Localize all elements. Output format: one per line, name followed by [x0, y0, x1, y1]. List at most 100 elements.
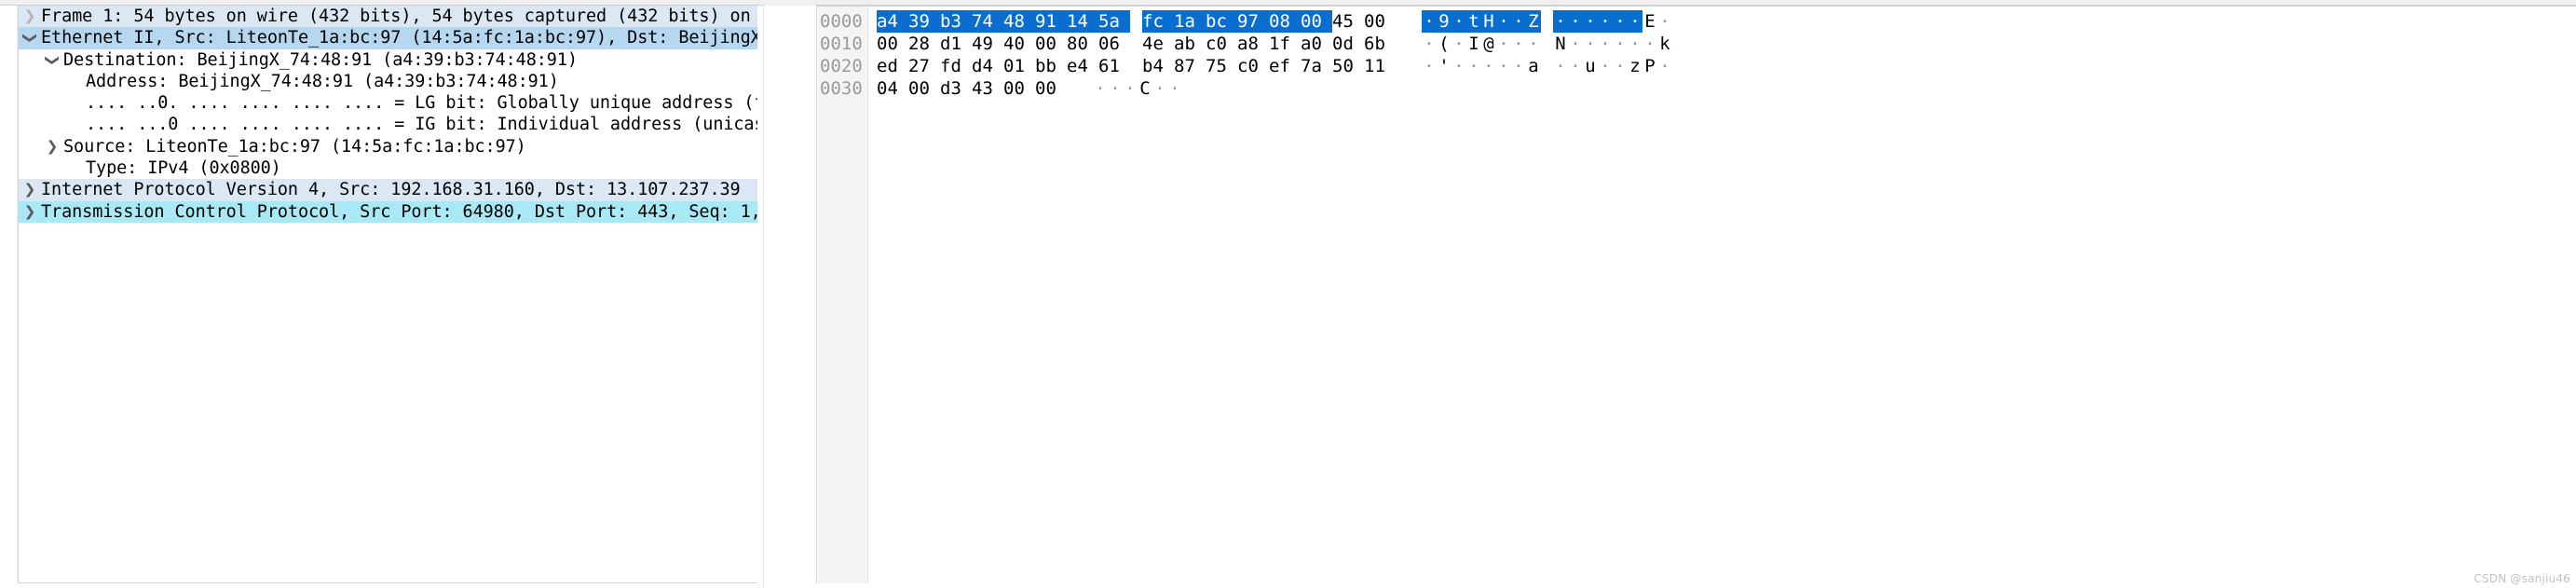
hex-byte[interactable]: 91 [1035, 10, 1067, 33]
hex-byte[interactable]: 48 [1003, 10, 1035, 33]
hex-byte[interactable]: ab [1174, 33, 1206, 55]
hex-byte[interactable]: 61 [1098, 55, 1130, 77]
hex-byte[interactable]: 0d [1332, 33, 1364, 55]
ascii-char[interactable]: · [1553, 10, 1568, 33]
hex-byte[interactable]: 00 [1301, 10, 1332, 33]
protocol-tree-row[interactable]: ❯ Frame 1: 54 bytes on wire (432 bits), 5… [19, 6, 757, 28]
protocol-tree-row[interactable]: ❯ Ethernet II, Src: LiteonTe_1a:bc:97 (14… [19, 27, 757, 49]
hex-byte[interactable]: a8 [1237, 33, 1269, 55]
ascii-char[interactable]: a [1526, 55, 1541, 77]
ascii-char[interactable]: H [1481, 10, 1496, 33]
hex-byte[interactable]: 7a [1301, 55, 1332, 77]
ascii-char[interactable]: · [1568, 33, 1583, 55]
chevron-right-icon[interactable]: ❯ [19, 201, 41, 223]
protocol-tree-row[interactable]: Address: BeijingX_74:48:91 (a4:39:b3:74:… [19, 71, 757, 92]
hex-byte[interactable]: 00 [1003, 77, 1035, 100]
chevron-right-icon[interactable]: ❯ [19, 6, 41, 27]
ascii-char[interactable]: · [1481, 55, 1496, 77]
ascii-char[interactable]: · [1511, 10, 1526, 33]
ascii-char[interactable]: u [1583, 55, 1598, 77]
hex-byte[interactable]: b4 [1142, 55, 1174, 77]
ascii-char[interactable]: N [1553, 33, 1568, 55]
hex-byte[interactable]: b3 [940, 10, 972, 33]
ascii-char[interactable]: · [1526, 33, 1541, 55]
bytes-frame[interactable]: 0000 a4 39 b3 74 48 91 14 5a fc 1a bc 97 08 00 45 00 · 9 · t… [816, 6, 2576, 583]
hex-byte[interactable]: 14 [1067, 10, 1098, 33]
ascii-char[interactable]: · [1657, 55, 1672, 77]
ascii-char[interactable]: · [1553, 55, 1568, 77]
hex-byte[interactable]: 75 [1206, 55, 1237, 77]
chevron-right-icon[interactable]: ❯ [41, 136, 63, 157]
hex-byte[interactable]: 97 [1237, 10, 1269, 33]
ascii-char[interactable]: ' [1437, 55, 1452, 77]
ascii-char[interactable]: · [1511, 33, 1526, 55]
hex-dump-row[interactable]: 0020 ed 27 fd d4 01 bb e4 61 b4 87 75 c0 ef 7a 50 11 · ' · ·… [817, 55, 2576, 77]
ascii-char[interactable]: · [1422, 10, 1437, 33]
ascii-char[interactable]: · [1613, 10, 1628, 33]
protocol-tree-row[interactable]: Type: IPv4 (0x0800) [19, 157, 757, 179]
hex-byte[interactable]: 00 [877, 33, 908, 55]
protocol-tree-row[interactable]: .... ..0. .... .... .... .... = LG bit: … [19, 92, 757, 114]
ascii-char[interactable]: · [1642, 33, 1657, 55]
ascii-char[interactable]: · [1452, 10, 1466, 33]
hex-byte[interactable]: 27 [908, 55, 940, 77]
protocol-tree-row[interactable]: ❯ Destination: BeijingX_74:48:91 (a4:39:b… [19, 49, 757, 71]
hex-byte[interactable]: ef [1269, 55, 1301, 77]
hex-byte[interactable]: 28 [908, 33, 940, 55]
ascii-char[interactable]: · [1466, 55, 1481, 77]
chevron-down-icon[interactable]: ❯ [19, 27, 40, 48]
hex-byte[interactable]: 74 [972, 10, 1003, 33]
ascii-char[interactable]: · [1613, 33, 1628, 55]
ascii-char[interactable]: Z [1526, 10, 1541, 33]
ascii-char[interactable]: E [1642, 10, 1657, 33]
ascii-char[interactable]: C [1138, 77, 1152, 100]
ascii-char[interactable]: 9 [1437, 10, 1452, 33]
hex-byte[interactable]: 50 [1332, 55, 1364, 77]
ascii-char[interactable]: · [1496, 33, 1511, 55]
hex-byte[interactable]: 4e [1142, 33, 1174, 55]
ascii-char[interactable]: · [1511, 55, 1526, 77]
hex-byte[interactable]: fd [940, 55, 972, 77]
hex-byte[interactable]: 00 [908, 77, 940, 100]
ascii-char[interactable]: I [1466, 33, 1481, 55]
ascii-char[interactable]: · [1123, 77, 1138, 100]
ascii-char[interactable]: · [1568, 10, 1583, 33]
hex-dump-row[interactable]: 0010 00 28 d1 49 40 00 80 06 4e ab c0 a8 1f a0 0d 6b ·(· I… [817, 33, 2576, 55]
hex-byte[interactable]: 1f [1269, 33, 1301, 55]
ascii-char[interactable]: · [1422, 55, 1437, 77]
ascii-char[interactable]: · [1628, 10, 1642, 33]
ascii-char[interactable]: · [1598, 10, 1613, 33]
hex-byte[interactable]: 45 [1332, 10, 1364, 33]
ascii-char[interactable]: · [1496, 55, 1511, 77]
ascii-char[interactable]: ( [1437, 33, 1452, 55]
hex-byte[interactable]: a4 [877, 10, 908, 33]
hex-byte[interactable]: 39 [908, 10, 940, 33]
ascii-char[interactable]: · [1496, 10, 1511, 33]
ascii-char[interactable]: · [1598, 55, 1613, 77]
ascii-char[interactable]: · [1452, 55, 1466, 77]
hex-byte[interactable]: 11 [1364, 55, 1396, 77]
hex-byte[interactable]: fc [1142, 10, 1174, 33]
hex-byte[interactable]: bb [1035, 55, 1067, 77]
hex-byte[interactable]: 40 [1003, 33, 1035, 55]
ascii-char[interactable]: · [1093, 77, 1108, 100]
protocol-tree[interactable]: ❯ Frame 1: 54 bytes on wire (432 bits), 5… [19, 6, 757, 223]
hex-byte[interactable]: 6b [1364, 33, 1396, 55]
ascii-char[interactable]: · [1583, 33, 1598, 55]
hex-byte[interactable]: 00 [1035, 33, 1067, 55]
ascii-char[interactable]: · [1598, 33, 1613, 55]
chevron-down-icon[interactable]: ❯ [41, 49, 62, 71]
hex-dump[interactable]: 0000 a4 39 b3 74 48 91 14 5a fc 1a bc 97 08 00 45 00 · 9 · t… [817, 10, 2576, 100]
hex-byte[interactable]: c0 [1237, 55, 1269, 77]
hex-byte[interactable]: 00 [1035, 77, 1067, 100]
details-frame[interactable]: ❯ Frame 1: 54 bytes on wire (432 bits), 5… [18, 6, 758, 583]
hex-byte[interactable]: ed [877, 55, 908, 77]
hex-byte[interactable]: 49 [972, 33, 1003, 55]
ascii-char[interactable]: · [1108, 77, 1123, 100]
hex-byte[interactable]: d3 [940, 77, 972, 100]
ascii-char[interactable]: · [1628, 33, 1642, 55]
hex-byte[interactable]: d4 [972, 55, 1003, 77]
protocol-tree-row[interactable]: ❯ Transmission Control Protocol, Src Port… [19, 200, 757, 223]
hex-byte[interactable]: d1 [940, 33, 972, 55]
chevron-right-icon[interactable]: ❯ [19, 179, 41, 200]
